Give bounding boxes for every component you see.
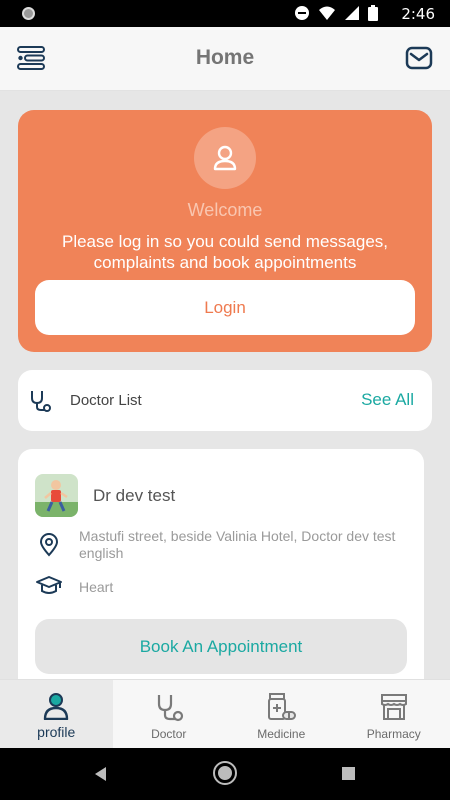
welcome-message: Please log in so you could send messages… bbox=[61, 232, 389, 272]
medicine-icon bbox=[268, 693, 297, 720]
welcome-title: Welcome bbox=[187, 200, 263, 220]
profile-icon bbox=[44, 693, 69, 720]
nav-pharmacy-label: Pharmacy bbox=[366, 727, 421, 741]
back-icon[interactable] bbox=[95, 767, 106, 781]
status-icons bbox=[294, 5, 378, 21]
user-avatar bbox=[194, 127, 256, 189]
book-appointment-button[interactable]: Book An Appointment bbox=[35, 619, 407, 674]
mail-icon bbox=[405, 46, 433, 70]
stethoscope-icon bbox=[31, 391, 51, 412]
doctor-address: Mastufi street, beside Valinia Hotel, Do… bbox=[79, 528, 396, 561]
nav-medicine-label: Medicine bbox=[257, 727, 306, 741]
nav-doctor[interactable]: Doctor bbox=[113, 680, 226, 748]
signal-icon bbox=[345, 6, 359, 20]
doctor-list-row[interactable]: Doctor List See All bbox=[18, 370, 432, 431]
nav-pharmacy[interactable]: Pharmacy bbox=[338, 680, 450, 748]
graduation-cap-icon bbox=[36, 576, 62, 594]
page-title: Home bbox=[195, 46, 255, 69]
status-time: 2:46 bbox=[401, 5, 435, 23]
pharmacy-icon bbox=[380, 694, 407, 720]
do-not-disturb-icon bbox=[295, 6, 309, 20]
see-all-link[interactable]: See All bbox=[361, 390, 414, 410]
bottom-nav: profile Doctor Medicine Pharmacy bbox=[0, 679, 450, 748]
doctor-list-label: Doctor List bbox=[70, 392, 142, 409]
login-button[interactable]: Login bbox=[35, 280, 415, 335]
nav-doctor-label: Doctor bbox=[151, 727, 187, 741]
nav-medicine[interactable]: Medicine bbox=[225, 680, 338, 748]
status-bar: 2:46 bbox=[0, 0, 450, 27]
recent-apps-icon[interactable] bbox=[342, 767, 355, 780]
home-icon[interactable] bbox=[213, 761, 237, 785]
doctor-speciality: Heart bbox=[79, 579, 114, 595]
location-pin-icon bbox=[39, 533, 59, 557]
welcome-card: Welcome Please log in so you could send … bbox=[18, 110, 432, 352]
doctor-avatar bbox=[35, 474, 78, 517]
messages-button[interactable] bbox=[404, 43, 434, 73]
doctor-card[interactable]: Dr dev test Mastufi street, beside Valin… bbox=[18, 449, 424, 699]
doctor-name: Dr dev test bbox=[93, 486, 176, 505]
nav-profile[interactable]: profile bbox=[0, 680, 113, 748]
notification-dot-icon bbox=[22, 7, 35, 20]
wifi-icon bbox=[319, 6, 335, 20]
app-bar: Home bbox=[0, 27, 450, 91]
system-nav-bar bbox=[0, 748, 450, 800]
user-icon bbox=[213, 145, 237, 171]
battery-icon bbox=[368, 5, 378, 21]
stethoscope-icon bbox=[157, 695, 183, 722]
nav-profile-label: profile bbox=[37, 724, 76, 740]
